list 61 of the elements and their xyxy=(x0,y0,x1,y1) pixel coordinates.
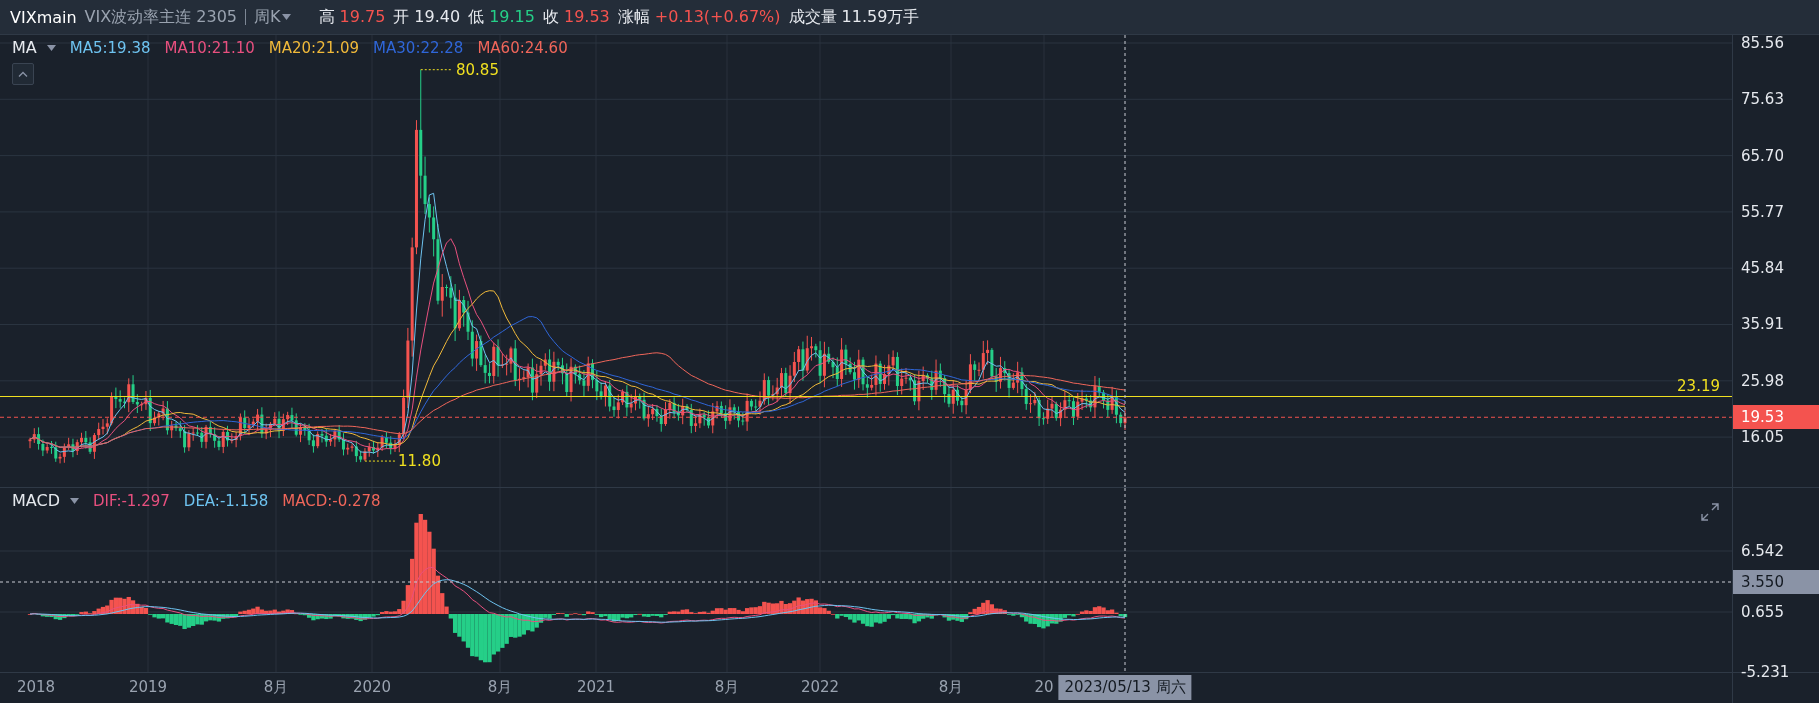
quote-label: 低 xyxy=(468,6,485,28)
macd-tick: 0.655 xyxy=(1741,603,1785,621)
caret-icon xyxy=(281,14,291,20)
time-label: 8月 xyxy=(263,678,289,697)
ma-value: MA20:21.09 xyxy=(268,38,360,57)
quote-label: 收 xyxy=(543,6,559,28)
crosshair-value-badge: 3.550 xyxy=(1733,570,1819,594)
caret-icon xyxy=(46,44,56,51)
ma-value: MA30:22.28 xyxy=(373,38,464,57)
quote-label: 开 xyxy=(393,6,410,28)
macd-value: MACD:-0.278 xyxy=(282,491,381,510)
macd-tick: -5.231 xyxy=(1741,663,1791,681)
time-label: 8月 xyxy=(487,678,513,697)
macd-value: DEA:-1.158 xyxy=(183,491,269,510)
quote-label: 涨幅 xyxy=(617,6,650,28)
expand-button[interactable] xyxy=(1700,502,1720,522)
expand-icon xyxy=(1700,502,1720,522)
time-label: 2019 xyxy=(128,678,168,696)
price-tick: 85.56 xyxy=(1741,34,1785,52)
macd-value: DIF:-1.297 xyxy=(92,491,170,510)
collapse-button[interactable] xyxy=(12,63,34,85)
level-label: 23.19 xyxy=(1677,376,1720,395)
quote-value: 11.59万手 xyxy=(841,6,920,28)
quote-value: +0.13(+0.67%) xyxy=(654,6,781,28)
ma-value: MA5:19.38 xyxy=(69,38,151,57)
time-label: 20 xyxy=(1034,678,1054,696)
indicator-selector[interactable]: MA xyxy=(12,38,56,57)
time-label: 8月 xyxy=(714,678,740,697)
price-tick: 25.98 xyxy=(1741,371,1785,390)
quote-value: 19.15 xyxy=(489,6,535,28)
macd-tick: 6.542 xyxy=(1741,542,1785,560)
price-tick: 65.70 xyxy=(1741,146,1785,165)
ma-value: MA10:21.10 xyxy=(164,38,255,57)
last-price-badge: 19.53 xyxy=(1733,405,1819,430)
quote-value: 19.40 xyxy=(414,6,461,28)
chevron-up-icon xyxy=(18,71,28,77)
symbol-label: VIXmain xyxy=(10,7,77,27)
time-label: 8月 xyxy=(938,678,964,697)
quote-label: 高 xyxy=(318,6,335,28)
time-label: 2022 xyxy=(800,678,840,696)
price-tick: 35.91 xyxy=(1741,315,1785,334)
quote-value: 19.53 xyxy=(564,6,610,28)
leader-line xyxy=(364,460,396,462)
price-tick: 55.77 xyxy=(1741,202,1785,221)
quote-value: 19.75 xyxy=(339,6,386,28)
price-tick: 75.63 xyxy=(1741,90,1785,109)
indicator-selector[interactable]: MACD xyxy=(12,491,79,510)
time-label: 2020 xyxy=(352,678,392,696)
time-label: 2021 xyxy=(576,678,616,696)
ma-value: MA60:24.60 xyxy=(477,38,568,57)
price-tick: 45.84 xyxy=(1741,259,1785,278)
time-label: 2018 xyxy=(16,678,56,696)
quote-label: 成交量 xyxy=(788,6,837,28)
low-price-label: 11.80 xyxy=(398,452,441,471)
leader-line xyxy=(420,69,453,71)
period-selector[interactable]: 周K xyxy=(254,6,291,28)
contract-name: VIX波动率主连 2305 xyxy=(84,6,238,28)
price-tick: 16.05 xyxy=(1741,427,1785,446)
high-price-label: 80.85 xyxy=(456,60,499,79)
crosshair-date-badge: 2023/05/13 周六 xyxy=(1058,675,1192,700)
caret-icon xyxy=(69,497,79,504)
